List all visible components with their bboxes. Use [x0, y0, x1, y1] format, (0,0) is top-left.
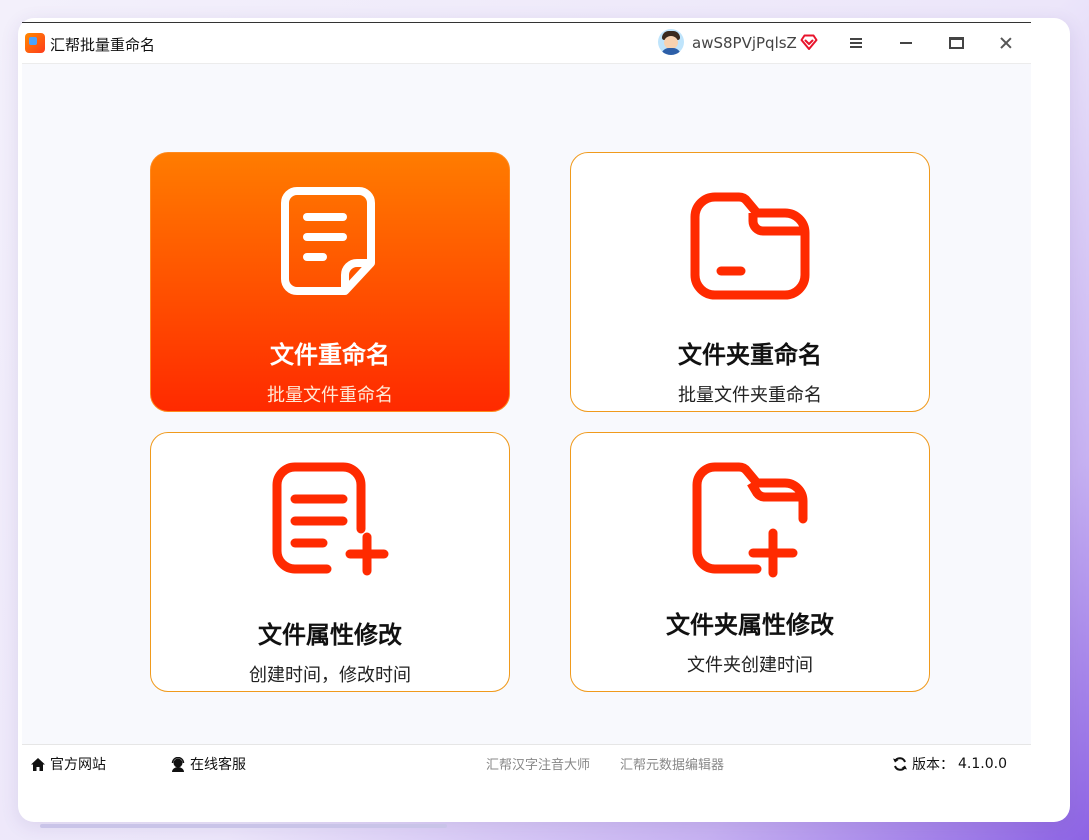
online-support-link[interactable]: 在线客服 — [170, 754, 246, 774]
card-subtitle: 批量文件夹重命名 — [678, 385, 822, 406]
app-title: 汇帮批量重命名 — [50, 36, 156, 54]
title-bar: 汇帮批量重命名 awS8PVjPqlsZ — [22, 22, 1031, 64]
user-avatar[interactable] — [658, 29, 684, 55]
refresh-icon — [893, 757, 908, 771]
version-label: 版本： — [912, 757, 955, 773]
maximize-button[interactable] — [940, 29, 972, 57]
online-support-label: 在线客服 — [190, 757, 246, 773]
official-website-link[interactable]: 官方网站 — [30, 754, 106, 774]
menu-button[interactable] — [840, 29, 872, 57]
link-pinyin-master[interactable]: 汇帮汉字注音大师 — [486, 754, 590, 773]
card-folder-rename[interactable]: 文件夹重命名 批量文件夹重命名 — [570, 152, 930, 412]
hamburger-icon — [850, 38, 862, 48]
card-file-rename[interactable]: 文件重命名 批量文件重命名 — [150, 152, 510, 412]
vip-diamond-icon[interactable] — [800, 33, 818, 51]
minimize-icon — [900, 42, 912, 44]
maximize-icon — [948, 37, 964, 49]
card-title: 文件重命名 — [270, 341, 390, 369]
folder-icon — [690, 192, 810, 300]
card-subtitle: 批量文件重命名 — [267, 385, 393, 406]
username[interactable]: awS8PVjPqlsZ — [692, 34, 797, 52]
card-title: 文件属性修改 — [258, 621, 402, 649]
home-icon — [31, 757, 45, 771]
card-folder-attributes[interactable]: 文件夹属性修改 文件夹创建时间 — [570, 432, 930, 692]
card-subtitle: 创建时间，修改时间 — [249, 665, 411, 686]
support-agent-icon — [171, 756, 185, 772]
link-metadata-editor[interactable]: 汇帮元数据编辑器 — [620, 754, 724, 773]
minimize-button[interactable] — [890, 29, 922, 57]
app-logo-icon — [25, 33, 45, 53]
document-add-icon — [272, 462, 389, 576]
document-icon — [281, 187, 375, 295]
card-title: 文件夹属性修改 — [666, 611, 834, 639]
status-bar: 官方网站 在线客服 汇帮汉字注音大师 汇帮元数据编辑器 版本： 4.1.0.0 — [22, 744, 1031, 780]
version-number: 4.1.0.0 — [958, 756, 1007, 772]
card-file-attributes[interactable]: 文件属性修改 创建时间，修改时间 — [150, 432, 510, 692]
card-subtitle: 文件夹创建时间 — [687, 655, 813, 676]
horizontal-scrollbar[interactable] — [40, 824, 447, 828]
card-title: 文件夹重命名 — [678, 341, 822, 369]
close-icon — [1000, 37, 1012, 49]
close-button[interactable] — [990, 29, 1022, 57]
main-content: 文件重命名 批量文件重命名 文件夹重命名 批量文件夹重命名 文件属性修改 创建时… — [22, 64, 1031, 744]
folder-add-icon — [692, 462, 808, 578]
official-website-label: 官方网站 — [50, 757, 106, 773]
version-info[interactable]: 版本： 4.1.0.0 — [892, 754, 1007, 774]
